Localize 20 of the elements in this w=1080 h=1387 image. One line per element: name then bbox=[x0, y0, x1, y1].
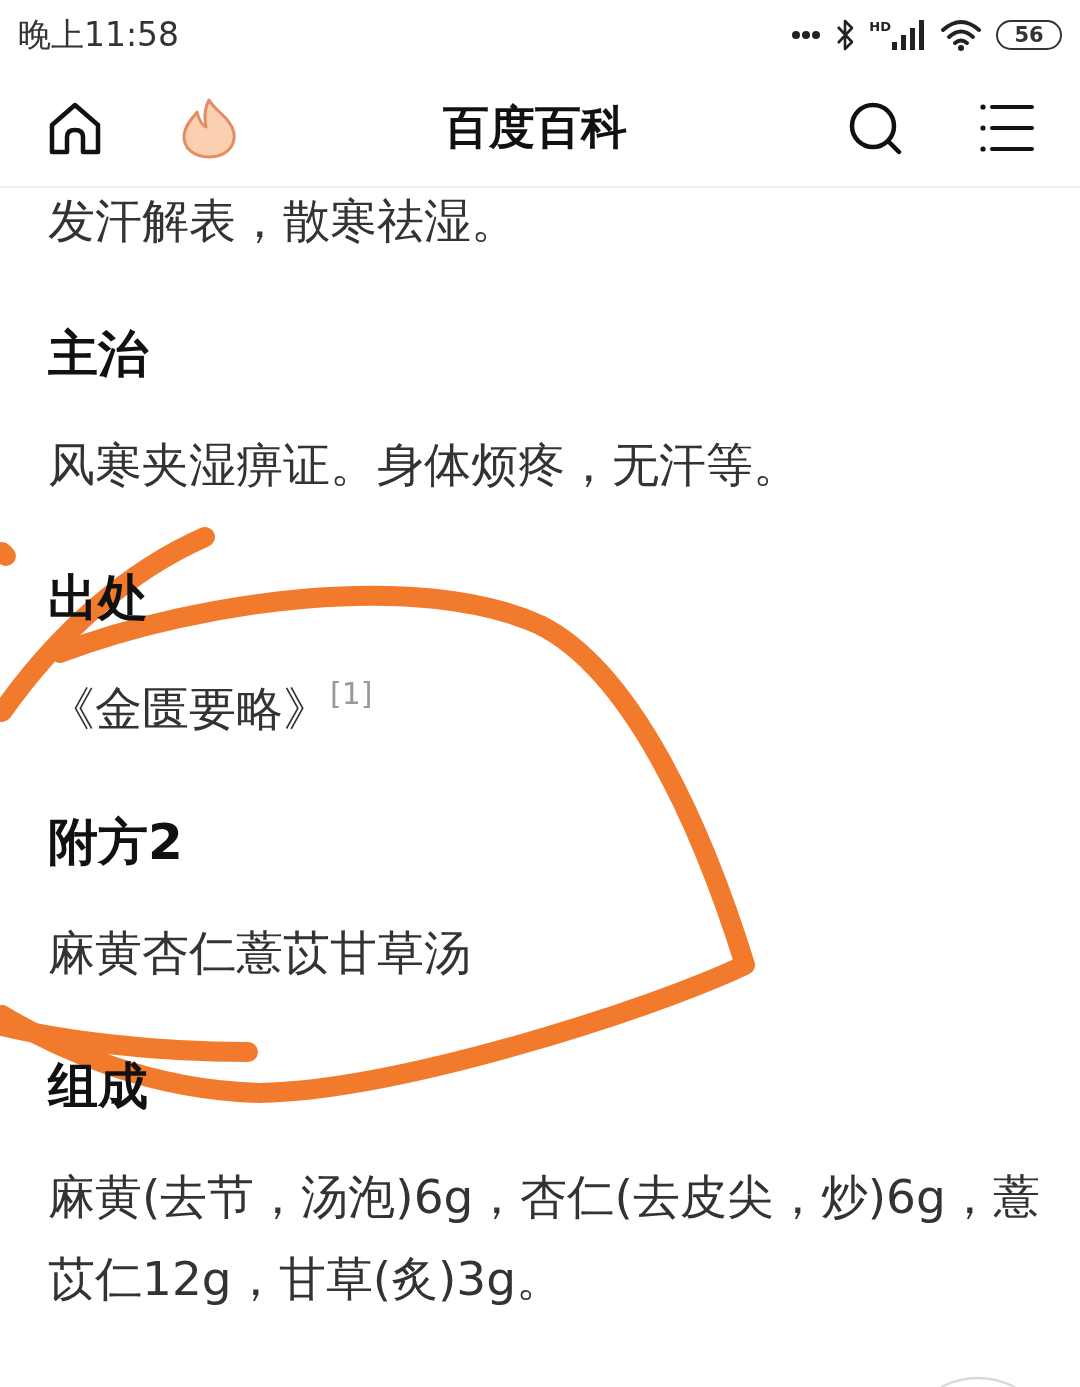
bluetooth-icon bbox=[835, 18, 856, 52]
page-title: 百度百科 bbox=[443, 99, 627, 156]
paragraph-text: 发汗解表，散寒祛湿。 bbox=[48, 192, 519, 250]
paragraph-text: 《金匮要略》$^{[1]}$ bbox=[48, 675, 374, 738]
citation-link[interactable]: [1] bbox=[330, 676, 373, 711]
network-type-label: HD bbox=[869, 20, 891, 34]
paragraph-text: 麻黄(去节，汤泡)6g，杏仁(去皮尖，炒)6g，薏苡仁12g，甘草(炙)3g。 bbox=[48, 1168, 1040, 1308]
battery-level: 56 bbox=[996, 20, 1062, 50]
paragraph-text: 麻黄杏仁薏苡甘草汤 bbox=[48, 924, 472, 982]
status-time: 晚上11:58 bbox=[18, 13, 180, 56]
section-heading: 主治 bbox=[48, 324, 150, 384]
menu-icon[interactable] bbox=[980, 103, 1034, 153]
signal-bars-icon bbox=[892, 20, 926, 50]
paragraph-text: 风寒夹湿痹证。身体烦疼，无汗等。 bbox=[48, 436, 801, 494]
wifi-icon bbox=[940, 19, 982, 51]
flame-icon[interactable] bbox=[180, 97, 238, 159]
search-icon[interactable] bbox=[848, 101, 902, 155]
section-heading: 附方2 bbox=[48, 812, 184, 872]
more-dots-icon bbox=[791, 30, 822, 40]
home-icon[interactable] bbox=[48, 101, 102, 155]
